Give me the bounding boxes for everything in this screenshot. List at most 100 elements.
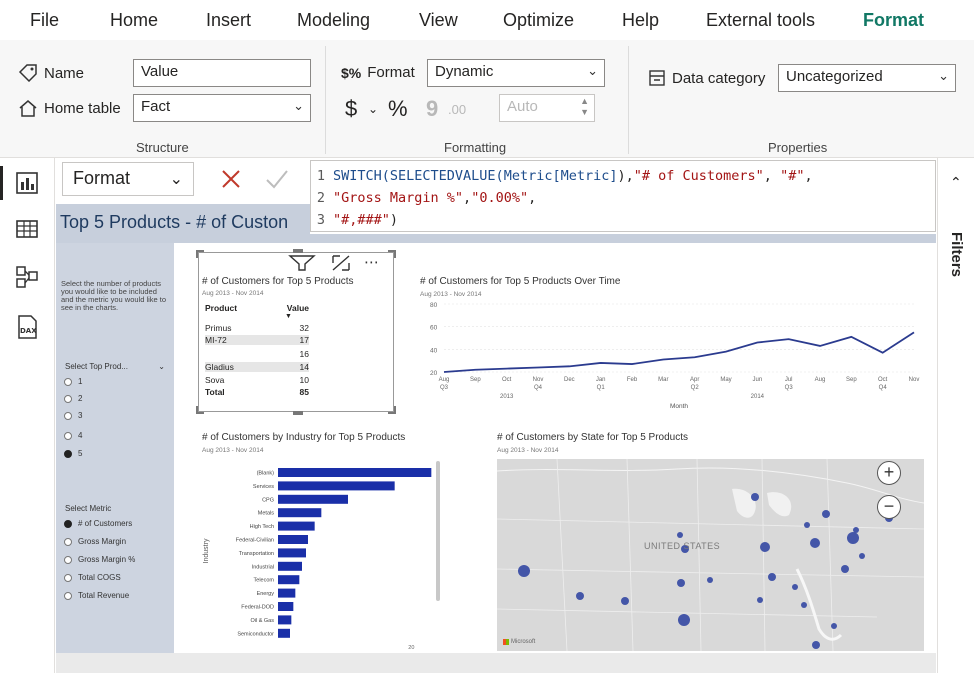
zoom-in-button[interactable]: + xyxy=(877,461,901,485)
category-label: CPG xyxy=(262,497,274,503)
bar xyxy=(278,481,395,491)
filters-pane-label[interactable]: Filters xyxy=(948,232,965,277)
menu-format[interactable]: Format xyxy=(863,10,924,31)
table-view-icon[interactable] xyxy=(14,216,40,242)
top-option-1[interactable]: 1 xyxy=(64,377,82,386)
more-options-icon[interactable]: ⋯ xyxy=(364,253,379,271)
radio-button[interactable] xyxy=(64,591,72,600)
code-token: , xyxy=(463,190,472,206)
comma-style-button[interactable]: 9 xyxy=(426,96,438,122)
menu-help[interactable]: Help xyxy=(622,10,659,31)
option-label: 1 xyxy=(78,377,83,386)
metric-option-total-revenue[interactable]: Total Revenue xyxy=(64,591,129,600)
table-visual-title: # of Customers for Top 5 Products xyxy=(202,276,354,287)
map-title: # of Customers by State for Top 5 Produc… xyxy=(497,432,689,443)
x-tick-label: Aug xyxy=(815,377,826,383)
cancel-formula-button[interactable] xyxy=(208,162,254,196)
menu-insert[interactable]: Insert xyxy=(206,10,251,31)
top-option-4[interactable]: 4 xyxy=(64,431,82,440)
x-tick-label: Oct xyxy=(878,377,888,383)
name-input[interactable]: Value xyxy=(133,59,311,87)
column-header[interactable]: Product xyxy=(205,303,237,313)
data-category-label: Data category xyxy=(672,69,766,87)
resize-handle[interactable] xyxy=(388,406,396,414)
menu-home[interactable]: Home xyxy=(110,10,158,31)
line-number: 2 xyxy=(316,190,325,206)
year-label: 2013 xyxy=(500,394,514,400)
decimal-places-value: Auto xyxy=(507,98,538,115)
spinner-icon[interactable]: ▲ ▼ xyxy=(580,96,589,118)
radio-button-selected[interactable] xyxy=(64,449,72,458)
format-select[interactable]: Dynamic ⌄ xyxy=(427,59,605,87)
top-option-2[interactable]: 2 xyxy=(64,394,82,403)
dax-formula-editor[interactable]: 1 SWITCH(SELECTEDVALUE(Metric[Metric]), "#… xyxy=(310,160,936,232)
menu-modeling[interactable]: Modeling xyxy=(297,10,370,31)
home-table-select[interactable]: Fact ⌄ xyxy=(133,94,311,122)
radio-button[interactable] xyxy=(64,555,72,564)
decimal-button[interactable]: .00 xyxy=(448,102,466,117)
resize-handle[interactable] xyxy=(196,406,204,414)
model-view-icon[interactable] xyxy=(14,264,40,290)
sort-descending-icon[interactable]: ▼ xyxy=(285,313,292,320)
radio-button[interactable] xyxy=(64,431,72,440)
commit-formula-button[interactable] xyxy=(254,162,300,196)
chevron-down-icon[interactable]: ⌄ xyxy=(368,102,378,116)
table-visual[interactable]: # of Customers for Top 5 Products Aug 20… xyxy=(196,249,396,415)
zoom-out-button[interactable]: − xyxy=(877,495,901,519)
radio-button[interactable] xyxy=(64,394,72,403)
radio-button[interactable] xyxy=(64,573,72,582)
resize-handle[interactable] xyxy=(293,411,303,415)
currency-button[interactable]: $ xyxy=(345,96,357,122)
category-label: Telecom xyxy=(254,578,275,584)
percent-button[interactable]: % xyxy=(388,96,408,122)
menu-view[interactable]: View xyxy=(419,10,458,31)
top-prod-slicer-header[interactable]: Select Top Prod... ⌄ xyxy=(65,362,165,371)
resize-handle[interactable] xyxy=(293,249,303,253)
metric-option-gross-margin[interactable]: Gross Margin xyxy=(64,537,126,546)
metric-option-gross-margin-pct[interactable]: Gross Margin % xyxy=(64,555,135,564)
ribbon-separator xyxy=(628,46,629,154)
ribbon: Name Value Home table Fact ⌄ Structure $… xyxy=(0,40,974,158)
menu-file[interactable]: File xyxy=(30,10,59,31)
metric-option-customers[interactable]: # of Customers xyxy=(64,519,132,528)
option-label: # of Customers xyxy=(78,519,133,528)
top-option-3[interactable]: 3 xyxy=(64,411,82,420)
radio-button[interactable] xyxy=(64,537,72,546)
menu-optimize[interactable]: Optimize xyxy=(503,10,574,31)
filter-icon[interactable] xyxy=(287,254,317,272)
column-header[interactable]: Value xyxy=(287,303,309,313)
radio-button[interactable] xyxy=(64,411,72,420)
map-basemap xyxy=(497,459,924,651)
resize-handle[interactable] xyxy=(196,250,204,258)
top-option-5[interactable]: 5 xyxy=(64,449,82,458)
category-label: Transportation xyxy=(239,551,274,557)
dax-query-view-icon[interactable]: DAX xyxy=(14,314,40,340)
name-label-wrap: Name xyxy=(18,64,84,82)
bar xyxy=(278,494,348,504)
focus-mode-icon[interactable] xyxy=(331,254,351,272)
radio-button-selected[interactable] xyxy=(64,519,72,528)
code-line[interactable]: 1 SWITCH(SELECTEDVALUE(Metric[Metric]), "#… xyxy=(311,165,935,187)
resize-handle[interactable] xyxy=(388,250,396,258)
map-visual[interactable]: UNITED STATES + − Microsoft xyxy=(497,459,924,651)
report-view-icon[interactable] xyxy=(14,170,40,196)
code-line[interactable]: 3 "#,###") xyxy=(311,209,935,231)
radio-button[interactable] xyxy=(64,377,72,386)
chevron-up-icon[interactable]: ⌃ xyxy=(950,174,962,191)
data-category-select[interactable]: Uncategorized ⌄ xyxy=(778,64,956,92)
x-tick-label: Apr xyxy=(690,377,699,383)
table-row: Primus 32 xyxy=(205,323,309,333)
chevron-down-icon: ⌄ xyxy=(587,63,598,78)
decimal-places-input[interactable]: Auto ▲ ▼ xyxy=(499,94,595,122)
property-selector[interactable]: Format ⌄ xyxy=(62,162,194,196)
metric-option-total-cogs[interactable]: Total COGS xyxy=(64,573,121,582)
home-icon xyxy=(19,100,37,117)
x-tick-label: Jun xyxy=(752,377,762,383)
top-prod-slicer-label: Select Top Prod... xyxy=(65,362,128,371)
bar-chart[interactable]: Industry (Blank) Services CPG Metals High Tec… xyxy=(198,459,448,655)
code-line[interactable]: 2 "Gross Margin %", "0.00%", xyxy=(311,187,935,209)
menu-external-tools[interactable]: External tools xyxy=(706,10,815,31)
line-chart[interactable]: 20 40 60 80 Aug Q3 Sep Oct Nov Q4 Dec Jan Q1 Feb Mar Ap… xyxy=(414,298,924,412)
quarter-label: Q4 xyxy=(879,385,888,391)
format-value: Dynamic xyxy=(435,63,494,80)
